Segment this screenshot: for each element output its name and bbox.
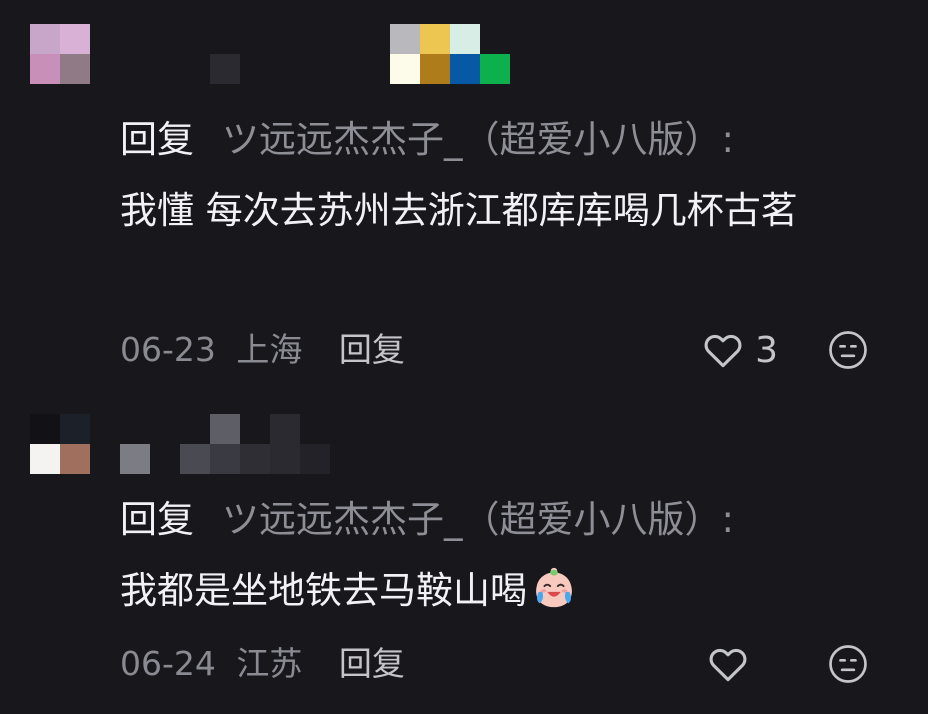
mosaic-pixel	[120, 444, 150, 474]
avatar-pixel	[30, 54, 60, 84]
avatar-pixel	[30, 414, 60, 444]
reply-target-name[interactable]: ツ远远杰杰子_（超爱小八版）:	[222, 498, 734, 541]
comment-date: 06-24	[120, 644, 216, 683]
reply-target-line: 回复 ツ远远杰杰子_（超爱小八版）:	[120, 118, 734, 162]
comment-location: 上海	[236, 330, 303, 369]
dislike-face-icon[interactable]	[828, 644, 868, 684]
mosaic-pixel	[420, 54, 450, 84]
mosaic-pixel	[210, 414, 240, 444]
mosaic-pixel	[180, 444, 210, 474]
crying-face-emoji-icon	[536, 567, 572, 608]
avatar-pixel	[60, 24, 90, 54]
mosaic-pixel	[270, 444, 300, 474]
username-mosaic[interactable]	[180, 414, 330, 474]
like-button[interactable]: 3	[701, 328, 778, 372]
username-mosaic-badge	[390, 24, 510, 84]
mosaic-pixel	[390, 54, 420, 84]
mosaic-pixel	[210, 54, 240, 84]
mosaic-pixel	[480, 24, 510, 54]
mosaic-pixel	[450, 54, 480, 84]
avatar-pixel	[30, 24, 60, 54]
mosaic-pixel	[390, 24, 420, 54]
comment-meta: 06-23 上海 回复	[120, 330, 405, 370]
mosaic-pixel	[450, 24, 480, 54]
comment-date: 06-23	[120, 330, 216, 369]
reply-button[interactable]: 回复	[339, 644, 405, 683]
comment-location: 江苏	[236, 644, 303, 683]
reply-prefix: 回复	[120, 498, 194, 541]
reply-target-line: 回复 ツ远远杰杰子_（超爱小八版）:	[120, 498, 734, 542]
username-mosaic[interactable]	[210, 54, 240, 84]
avatar[interactable]	[30, 24, 90, 84]
mosaic-pixel	[240, 444, 270, 474]
comment-text-line: 我都是坐地铁去马鞍山喝	[120, 558, 890, 624]
reply-prefix: 回复	[120, 118, 194, 161]
like-button[interactable]	[706, 642, 750, 686]
comment-text: 我都是坐地铁去马鞍山喝	[120, 569, 527, 612]
comment-item: 回复 ツ远远杰杰子_（超爱小八版）: 我都是坐地铁去马鞍山喝 06-24 江苏 回…	[0, 400, 928, 714]
comment-meta: 06-24 江苏 回复	[120, 644, 405, 684]
mosaic-pixel	[210, 444, 240, 474]
avatar-pixel	[60, 54, 90, 84]
username-mosaic[interactable]	[120, 444, 150, 474]
mosaic-pixel	[270, 414, 300, 444]
mosaic-pixel	[300, 414, 330, 444]
like-count: 3	[755, 329, 778, 371]
comment-item: 回复 ツ远远杰杰子_（超爱小八版）: 我懂 每次去苏州去浙江都库库喝几杯古茗 06…	[0, 0, 928, 400]
avatar-pixel	[30, 444, 60, 474]
mosaic-pixel	[240, 414, 270, 444]
heart-icon	[704, 334, 742, 368]
mosaic-pixel	[300, 444, 330, 474]
dislike-face-icon[interactable]	[828, 330, 868, 370]
mosaic-pixel	[180, 414, 210, 444]
comment-text: 我懂 每次去苏州去浙江都库库喝几杯古茗	[120, 189, 798, 232]
avatar-pixel	[60, 414, 90, 444]
mosaic-pixel	[480, 54, 510, 84]
avatar-pixel	[60, 444, 90, 474]
mosaic-pixel	[420, 24, 450, 54]
reply-target-name[interactable]: ツ远远杰杰子_（超爱小八版）:	[222, 118, 734, 161]
avatar[interactable]	[30, 414, 90, 474]
heart-icon	[709, 648, 747, 682]
reply-button[interactable]: 回复	[339, 330, 405, 369]
